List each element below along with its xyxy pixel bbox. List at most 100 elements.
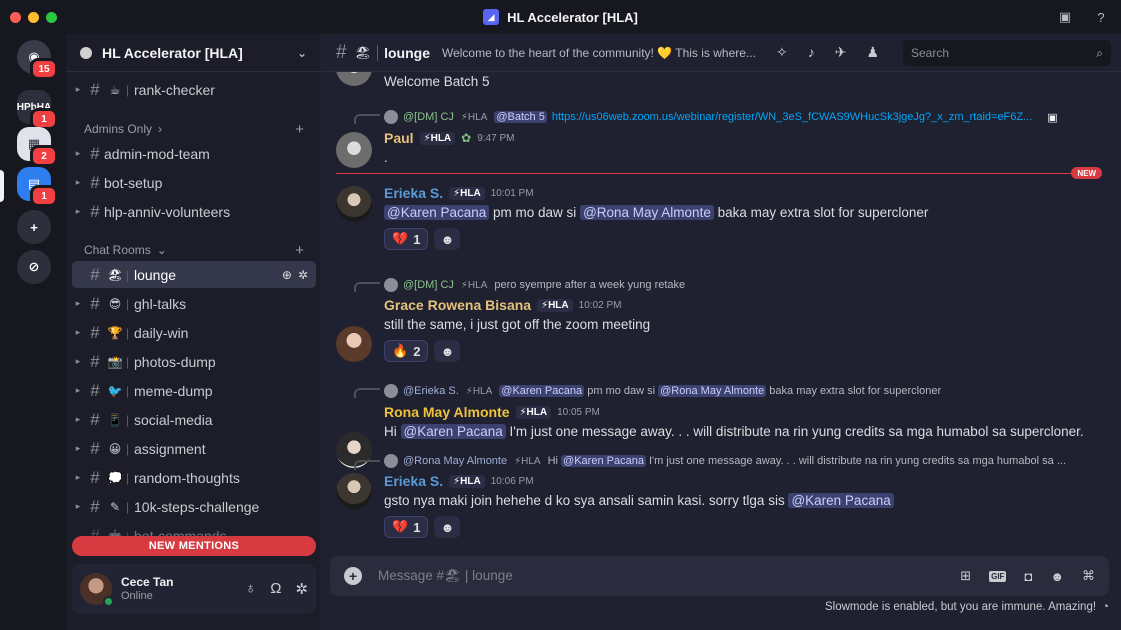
channel-photos-dump[interactable]: ▸ # 📸 | photos-dump [72, 348, 316, 375]
reply-text: Hi @Karen Pacana I'm just one message aw… [547, 455, 1067, 467]
reply-link[interactable]: https://us06web.zoom.us/webinar/register… [552, 111, 1032, 123]
mention[interactable]: @Karen Pacana [788, 493, 894, 508]
channel-list: ▸ # ☕ | rank-checker Admins Only › + ▸ #… [66, 74, 322, 548]
help-icon[interactable]: ? [1091, 7, 1111, 27]
channel-daily-win[interactable]: ▸ # 🏆 | daily-win [72, 319, 316, 346]
minimize-window-button[interactable] [28, 11, 39, 23]
channel-10k-steps-challenge[interactable]: ▸ # ✎ | 10k-steps-challenge [72, 493, 316, 520]
category-chat-rooms[interactable]: Chat Rooms ⌄ + [84, 241, 314, 259]
channel-random-thoughts[interactable]: ▸ # 💭 | random-thoughts [72, 464, 316, 491]
threads-icon[interactable]: ✧ [776, 44, 788, 61]
category-admins[interactable]: Admins Only › + [84, 120, 314, 138]
channel-bot-setup[interactable]: ▸ # bot-setup [72, 169, 316, 196]
server-hpbha[interactable]: HPbHA 1 [17, 90, 58, 130]
add-reaction-button[interactable]: ☻ [434, 516, 461, 538]
channel-rank-checker[interactable]: ▸ # ☕ | rank-checker [72, 76, 316, 103]
reply-preview[interactable]: @Erieka S. ⚡HLA @Karen Pacana pm mo daw … [384, 382, 941, 400]
mention[interactable]: @Karen Pacana [384, 205, 490, 220]
mention[interactable]: @Rona May Almonte [658, 385, 767, 397]
channel-hlp-anniv-volunteers[interactable]: ▸ # hlp-anniv-volunteers [72, 198, 316, 225]
add-channel-icon[interactable]: + [295, 242, 304, 259]
new-mentions-button[interactable]: NEW MENTIONS [72, 536, 316, 556]
chat-main: # 🏖 lounge Welcome to the heart of the c… [322, 34, 1121, 630]
add-server-button[interactable]: + [17, 210, 51, 244]
channel-social-media[interactable]: ▸ # 📱 | social-media [72, 406, 316, 433]
message-author[interactable]: Grace Rowena Bisana [384, 297, 531, 313]
close-window-button[interactable] [10, 11, 21, 23]
channel-ghl-talks[interactable]: ▸ # 😎 | ghl-talks [72, 290, 316, 317]
channel-emoji: 🏖 [107, 267, 123, 282]
explore-servers-button[interactable]: ⊘ [17, 250, 51, 284]
headphones-icon[interactable]: Ω [270, 580, 281, 598]
avatar[interactable] [336, 326, 372, 362]
active-server-pill [0, 170, 4, 202]
window-title-area: ◢ HL Accelerator [HLA] [0, 0, 1121, 34]
pin-icon[interactable]: ✈ [835, 44, 847, 61]
mention[interactable]: @Karen Pacana [499, 385, 585, 397]
channel-emoji: 🏖 [354, 44, 372, 60]
new-messages-divider [336, 173, 1092, 174]
inbox-icon[interactable]: ▣ [1055, 7, 1075, 27]
role-tag: ⚡HLA [449, 474, 485, 488]
avatar[interactable] [336, 72, 372, 86]
server-hla[interactable]: ▤ 1 [17, 167, 58, 207]
message-composer[interactable]: + Message #🏖 | lounge ⊞ GIF ◘ ☻ ⌘ [330, 556, 1109, 596]
add-reaction-button[interactable]: ☻ [434, 340, 461, 362]
channel-admin-mod-team[interactable]: ▸ # admin-mod-team [72, 140, 316, 167]
gear-icon[interactable]: ✲ [298, 268, 308, 282]
reaction[interactable]: 💔 1 [384, 516, 429, 538]
zoom-window-button[interactable] [46, 11, 57, 23]
channel-meme-dump[interactable]: ▸ # 🐦 | meme-dump [72, 377, 316, 404]
search-input[interactable]: Search ⌕ [903, 40, 1111, 66]
message-input[interactable]: Message #🏖 | lounge [378, 568, 513, 584]
avatar[interactable] [336, 132, 372, 168]
channel-name: meme-dump [134, 382, 213, 399]
mention[interactable]: @Rona May Almonte [580, 205, 714, 220]
activities-icon[interactable]: ⌘ [1082, 568, 1095, 584]
server-logo-icon: ◢ [483, 9, 500, 25]
reaction[interactable]: 💔 1 [384, 228, 429, 250]
attach-plus-icon[interactable]: + [344, 567, 362, 585]
bell-icon[interactable]: ♪ [808, 44, 815, 61]
microphone-icon[interactable]: ♁ [245, 580, 256, 598]
server-two[interactable]: ▦ 2 [17, 127, 58, 167]
reaction[interactable]: 🔥 2 [384, 340, 429, 362]
reply-preview[interactable]: @Rona May Almonte ⚡HLA Hi @Karen Pacana … [384, 452, 1066, 470]
gear-icon[interactable]: ✲ [295, 580, 308, 598]
channel-assignment[interactable]: ▸ # 😀 | assignment [72, 435, 316, 462]
channel-name: photos-dump [134, 353, 216, 370]
user-panel: Cece Tan Online ♁ Ω ✲ [72, 564, 316, 614]
message-author[interactable]: Paul [384, 130, 414, 146]
guild-header[interactable]: HL Accelerator [HLA] ⌄ [66, 34, 321, 72]
gift-icon[interactable]: ⊞ [960, 568, 971, 584]
message-author[interactable]: Rona May Almonte [384, 404, 510, 420]
message-author[interactable]: Erieka S. [384, 473, 443, 489]
home-button[interactable]: ◉ 15 [17, 40, 58, 80]
channel-lounge[interactable]: # 🏖 | lounge ⊕ ✲ [72, 261, 316, 288]
mention[interactable]: @Karen Pacana [400, 424, 506, 439]
gif-icon[interactable]: GIF [989, 570, 1007, 582]
mention[interactable]: @Karen Pacana [561, 455, 646, 467]
avatar[interactable] [80, 573, 114, 607]
mention[interactable]: @Batch 5 [494, 111, 547, 123]
reply-tag: ⚡HLA [460, 111, 488, 123]
avatar[interactable] [336, 186, 372, 222]
channel-topic[interactable]: Welcome to the heart of the community! 💛… [442, 46, 762, 60]
guild-name: HL Accelerator [HLA] [102, 44, 243, 61]
invite-icon[interactable]: ⊕ [282, 268, 292, 282]
avatar[interactable] [336, 473, 372, 509]
reply-preview[interactable]: @[DM] CJ ⚡HLA @Batch 5 https://us06web.z… [384, 108, 1058, 126]
message-author[interactable]: Erieka S. [384, 185, 443, 201]
role-tag: ⚡HLA [419, 131, 456, 145]
emoji-icon[interactable]: ☻ [1050, 569, 1064, 584]
channel-title: lounge [377, 44, 430, 61]
reply-author: @Erieka S. [403, 385, 459, 397]
compass-icon: ⊘ [28, 259, 40, 274]
channel-emoji: 😎 [108, 296, 122, 311]
sticker-icon[interactable]: ◘ [1024, 569, 1032, 584]
members-icon[interactable]: ♟ [866, 44, 879, 61]
add-reaction-button[interactable]: ☻ [434, 228, 461, 250]
hash-icon: # [90, 409, 100, 429]
reply-preview[interactable]: @[DM] CJ ⚡HLA pero syempre after a week … [384, 276, 685, 294]
add-channel-icon[interactable]: + [295, 121, 304, 138]
